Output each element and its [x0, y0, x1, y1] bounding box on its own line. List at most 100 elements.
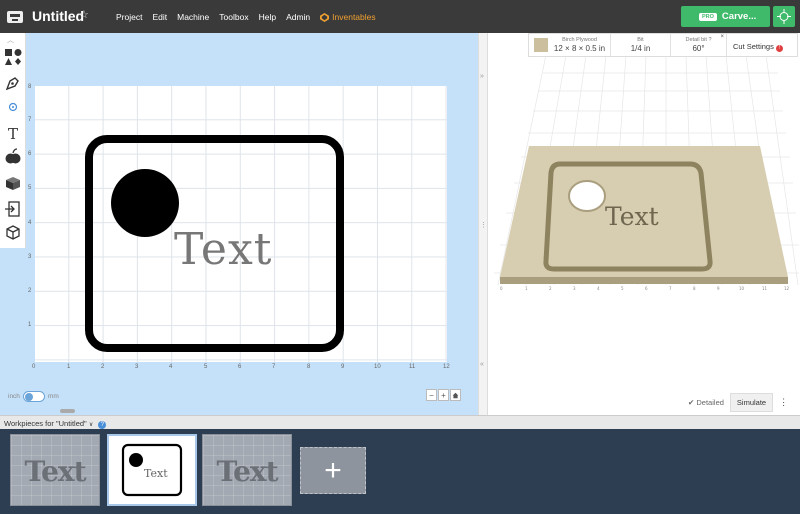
target-icon[interactable]: [3, 97, 23, 117]
x-tick: 12: [443, 364, 450, 370]
3d-box-icon[interactable]: [3, 173, 23, 193]
x-tick: 7: [272, 364, 276, 370]
svg-text:11: 11: [762, 286, 768, 291]
main-menu: Project Edit Machine Toolbox Help Admin …: [116, 12, 376, 22]
workpieces-title: Workpieces for "Untitled": [4, 419, 87, 428]
more-options-icon[interactable]: ⋮: [779, 397, 788, 408]
detail-bit-value: 60°: [692, 44, 705, 53]
warning-icon: !: [775, 45, 783, 52]
svg-text:12: 12: [784, 286, 790, 291]
workpieces-header: Workpieces for "Untitled" ∨ ?: [0, 415, 800, 429]
remove-detail-bit-icon[interactable]: ×: [720, 34, 724, 40]
menu-project[interactable]: Project: [116, 12, 142, 22]
bit-selector[interactable]: Bit 1/4 in: [611, 34, 671, 56]
zoom-out-button[interactable]: −: [426, 389, 437, 401]
home-icon: [452, 392, 459, 398]
shapes-icon[interactable]: [3, 47, 23, 67]
menu-help[interactable]: Help: [259, 12, 276, 22]
chevron-down-icon[interactable]: ∨: [89, 422, 93, 428]
detailed-toggle[interactable]: ✔ Detailed: [688, 398, 724, 407]
zoom-in-button[interactable]: +: [438, 389, 449, 401]
svg-text:8: 8: [693, 286, 696, 291]
drag-handle-icon[interactable]: ⋮: [480, 221, 487, 229]
collapse-right-icon[interactable]: »: [480, 73, 484, 80]
workpiece-thumbnail-active[interactable]: Text: [107, 434, 197, 506]
star-icon[interactable]: ☆: [79, 8, 89, 21]
unit-switch[interactable]: [22, 391, 45, 402]
menu-admin[interactable]: Admin: [286, 12, 310, 22]
check-icon: ✔: [688, 398, 695, 407]
svg-text:9: 9: [717, 286, 720, 291]
y-tick: 1: [28, 322, 32, 328]
apple-icon[interactable]: [3, 147, 23, 167]
pen-icon[interactable]: [3, 73, 23, 93]
detail-bit-selector[interactable]: Detail bit ? 60° ×: [671, 34, 727, 56]
svg-text:5: 5: [621, 286, 624, 291]
y-tick: 8: [28, 84, 32, 90]
svg-text:10: 10: [739, 286, 745, 291]
workpiece-thumbnail[interactable]: Text: [10, 434, 100, 506]
y-tick: 3: [28, 254, 32, 260]
material-name: Birch Plywood: [562, 37, 597, 43]
x-tick: 3: [135, 364, 139, 370]
carve-button[interactable]: PRO Carve...: [681, 6, 770, 27]
home-view-button[interactable]: [450, 389, 461, 401]
circle-shape[interactable]: [111, 169, 179, 237]
collapse-left-icon[interactable]: «: [480, 361, 484, 368]
svg-text:1: 1: [525, 286, 528, 291]
menu-toolbox[interactable]: Toolbox: [219, 12, 248, 22]
workpiece-label: Text: [24, 455, 86, 488]
x-tick: 6: [238, 364, 242, 370]
help-icon[interactable]: ?: [708, 37, 711, 43]
horizontal-scrollbar[interactable]: [60, 409, 75, 413]
design-text-shape[interactable]: Text: [174, 228, 272, 272]
menu-edit[interactable]: Edit: [152, 12, 167, 22]
import-icon[interactable]: [3, 199, 23, 219]
panel-divider[interactable]: » ⋮ «: [478, 33, 488, 415]
document-title[interactable]: Untitled: [32, 8, 84, 24]
menu-inventables[interactable]: Inventables: [320, 12, 376, 22]
text-tool-icon[interactable]: T: [3, 123, 23, 143]
svg-text:7: 7: [669, 286, 672, 291]
help-icon[interactable]: ?: [98, 421, 107, 429]
menu-machine[interactable]: Machine: [177, 12, 209, 22]
apps-cube-icon[interactable]: [3, 223, 23, 243]
zoom-controls: − +: [426, 389, 461, 401]
unit-mm-label: mm: [47, 393, 59, 400]
x-tick: 4: [169, 364, 173, 370]
pro-badge: PRO: [699, 12, 717, 21]
simulate-button[interactable]: Simulate: [729, 393, 774, 412]
y-tick: 7: [28, 117, 32, 123]
preview-carved-text: Text: [605, 202, 659, 231]
simulation-controls: ✔ Detailed Simulate ⋮: [688, 393, 788, 412]
crosshair-icon: [777, 9, 791, 24]
y-tick: 5: [28, 185, 32, 191]
workpiece-thumbnail[interactable]: Text: [202, 434, 292, 506]
y-tick: 2: [28, 288, 32, 294]
material-front-edge: [500, 277, 788, 284]
workpiece-label: Text: [216, 455, 278, 488]
y-tick: 4: [28, 220, 32, 226]
add-workpiece-button[interactable]: +: [300, 447, 366, 494]
carve-label: Carve...: [721, 11, 757, 22]
material-settings-bar: Birch Plywood 12 × 8 × 0.5 in Bit 1/4 in…: [528, 33, 798, 57]
svg-text:4: 4: [597, 286, 600, 291]
x-tick: 10: [374, 364, 381, 370]
x-tick: 9: [341, 364, 345, 370]
bit-label: Bit: [637, 37, 644, 43]
plus-icon: +: [324, 453, 342, 487]
material-size: 12 × 8 × 0.5 in: [553, 44, 606, 53]
carved-hole: [568, 180, 606, 212]
cut-settings-button[interactable]: Cut Settings!: [727, 34, 788, 56]
easel-logo-icon[interactable]: [6, 8, 24, 26]
collapse-tools-icon[interactable]: ︿: [7, 35, 14, 45]
inventables-icon: [320, 12, 330, 22]
material-selector[interactable]: Birch Plywood 12 × 8 × 0.5 in: [529, 34, 611, 56]
svg-text:2: 2: [549, 286, 552, 291]
bit-value: 1/4 in: [630, 44, 651, 53]
svg-text:3: 3: [573, 286, 576, 291]
machine-connect-button[interactable]: [773, 6, 795, 27]
svg-text:6: 6: [645, 286, 648, 291]
x-tick: 5: [204, 364, 208, 370]
x-tick: 1: [67, 364, 71, 370]
